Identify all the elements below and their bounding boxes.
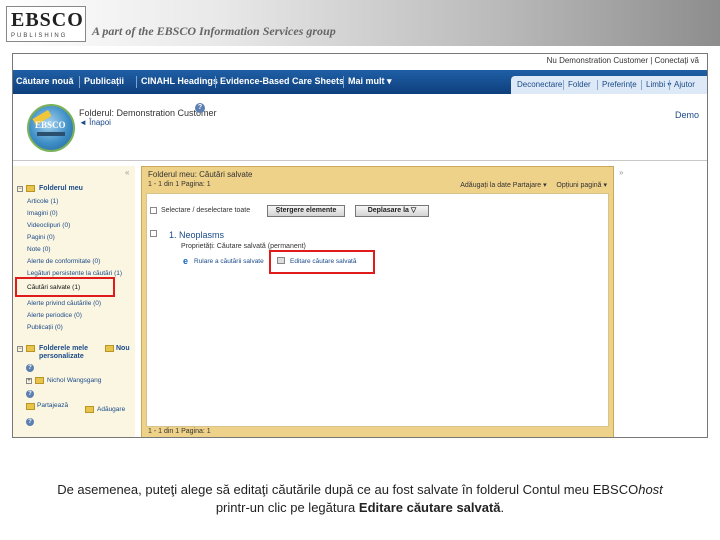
expand-right-icon[interactable]: » [619, 168, 623, 177]
nav-separator [79, 76, 80, 88]
result-checkbox[interactable] [150, 230, 157, 237]
select-all-label: Selectare / deselectare toate [161, 207, 251, 214]
folder-icon [26, 185, 35, 192]
ebsco-logo: EBSCO PUBLISHING [6, 6, 86, 42]
add-share-link[interactable]: Adăugare [97, 406, 125, 413]
logo-subtitle: PUBLISHING [11, 33, 68, 39]
result-title-link[interactable]: 1. Neoplasms [169, 230, 224, 240]
add-folder-icon[interactable] [85, 406, 94, 413]
sidebar-item-publications[interactable]: Publicații (0) [27, 324, 63, 331]
run-saved-search-link[interactable]: Rulare a căutării salvate [194, 258, 264, 265]
nav-help[interactable]: Ajutor [674, 80, 695, 89]
sidebar-item-search-alerts[interactable]: Alerte privind căutările (0) [27, 300, 101, 307]
sidebar-item-notes[interactable]: Note (0) [27, 246, 50, 253]
banner-tagline: A part of the EBSCO Information Services… [92, 24, 336, 38]
nav-preferences[interactable]: Preferințe [602, 80, 637, 89]
my-folder-link[interactable]: Folderul meu [39, 185, 83, 192]
folder-sidebar: « − Folderul meu Articole (1) Imagini (0… [13, 166, 135, 437]
help-icon[interactable]: ? [26, 364, 34, 372]
add-to-share-link[interactable]: Adăugați la date Partajare ▾ [460, 182, 546, 189]
nav-separator [597, 80, 598, 90]
right-column: » [617, 166, 707, 437]
help-icon[interactable]: ? [26, 390, 34, 398]
pager-top: 1 - 1 din 1 Pagina: 1 [148, 181, 211, 188]
nav-separator [669, 80, 670, 90]
delete-items-button[interactable]: Ștergere elemente [267, 205, 345, 217]
slide-caption: De asemenea, puteţi alege să editaţi cău… [20, 481, 700, 517]
collapse-left-icon[interactable]: « [125, 168, 129, 177]
sidebar-item-images[interactable]: Imagini (0) [27, 210, 58, 217]
logo-word: EBSCO [11, 9, 84, 31]
custom-folder-item[interactable]: Nichol Wangsgang [47, 377, 101, 384]
new-folder-icon[interactable] [105, 345, 114, 352]
utility-nav: Deconectare Folder Preferințe Limbi ▾ Aj… [511, 76, 707, 94]
caption-text-2: printr-un clic pe legătura [215, 500, 359, 515]
demo-label: Demo [674, 110, 699, 120]
back-link[interactable]: ◄ Înapoi [79, 118, 111, 127]
nav-languages[interactable]: Limbi ▾ [646, 80, 671, 89]
collapse-toggle-icon[interactable]: − [17, 186, 23, 192]
highlight-edit-saved-search [269, 250, 375, 274]
folder-icon [35, 377, 44, 384]
nav-separator [136, 76, 137, 88]
panel-title: Folderul meu: Căutări salvate [148, 170, 253, 179]
select-all-checkbox[interactable] [150, 207, 157, 214]
nav-separator [563, 80, 564, 90]
folder-icon [26, 345, 35, 352]
sidebar-item-persistent-links[interactable]: Legături persistente la căutări (1) [27, 270, 122, 277]
pager-bottom: 1 - 1 din 1 Pagina: 1 [148, 428, 211, 435]
sidebar-item-compliance-alerts[interactable]: Alerte de conformitate (0) [27, 258, 100, 265]
browser-icon: e [183, 256, 189, 266]
saved-searches-panel: Folderul meu: Căutări salvate 1 - 1 din … [141, 166, 614, 437]
user-strip: Nu Demonstration Customer | Conectați vă [13, 54, 707, 70]
panel-header-links: Adăugați la date Partajare ▾ Opțiuni pag… [460, 181, 607, 189]
custom-folders-link[interactable]: Folderele mele personalizate [39, 345, 101, 361]
caption-end: . [500, 500, 505, 515]
nav-cinahl-headings[interactable]: CINAHL Headings [141, 76, 218, 86]
nav-more[interactable]: Mai mult ▾ [348, 76, 392, 87]
nav-care-sheets[interactable]: Evidence-Based Care Sheets [220, 76, 344, 86]
ebsco-banner: EBSCO PUBLISHING A part of the EBSCO Inf… [0, 0, 720, 46]
help-icon[interactable]: ? [195, 103, 205, 113]
move-to-button[interactable]: Deplasare la ▽ [355, 205, 429, 217]
expand-toggle-icon[interactable]: + [26, 378, 32, 384]
result-properties: Proprietăți: Căutare salvată (permanent) [181, 243, 306, 250]
sidebar-item-pages[interactable]: Pagini (0) [27, 234, 55, 241]
collapse-toggle-icon[interactable]: − [17, 346, 23, 352]
badge-bar [37, 132, 65, 136]
caption-bold: Editare căutare salvată [358, 500, 501, 515]
share-folder-icon [26, 403, 35, 410]
nav-separator [215, 76, 216, 88]
nav-new-search[interactable]: Căutare nouă [16, 76, 74, 86]
nav-publications[interactable]: Publicații [84, 76, 124, 86]
sidebar-item-periodical-alerts[interactable]: Alerte periodice (0) [27, 312, 82, 319]
share-label[interactable]: Partajează [37, 402, 68, 409]
results-area: Selectare / deselectare toate Ștergere e… [146, 193, 609, 427]
user-info[interactable]: Nu Demonstration Customer | Conectați vă [547, 56, 699, 65]
ebsco-screenshot: Nu Demonstration Customer | Conectați vă… [12, 53, 708, 438]
divider [13, 160, 707, 161]
nav-separator [343, 76, 344, 88]
nav-folder[interactable]: Folder [568, 80, 591, 89]
nav-sign-out[interactable]: Deconectare [517, 80, 562, 89]
move-to-label: Deplasare la [367, 207, 409, 214]
ebsco-badge-logo: EBSCO [27, 104, 75, 152]
help-icon[interactable]: ? [26, 418, 34, 426]
sidebar-item-articles[interactable]: Articole (1) [27, 198, 58, 205]
page-options-link[interactable]: Opțiuni pagină ▾ [556, 182, 607, 189]
sidebar-item-videos[interactable]: Videoclipuri (0) [27, 222, 70, 229]
nav-separator [641, 80, 642, 90]
new-folder-link[interactable]: Nou [116, 345, 130, 352]
caption-text-1: De asemenea, puteţi alege să editaţi cău… [57, 482, 639, 497]
highlight-saved-searches [15, 277, 115, 297]
badge-word: EBSCO [35, 120, 66, 130]
caption-italic: host [638, 482, 663, 497]
